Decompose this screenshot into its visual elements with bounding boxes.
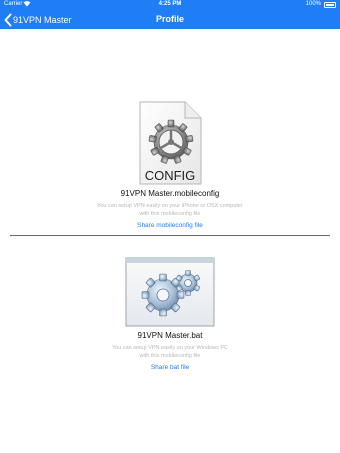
battery-percent: 100%	[305, 1, 321, 7]
section-divider	[10, 235, 330, 236]
bat-description-line1: You can setup VPN easily on your Windows…	[112, 345, 228, 351]
bat-window-icon	[125, 257, 215, 327]
mobileconfig-file-name: 91VPN Master.mobileconfig	[120, 189, 220, 198]
bat-description-line2: with this mobileconfig file	[139, 353, 201, 359]
back-chevron-icon	[3, 13, 13, 27]
share-mobileconfig-link[interactable]: Share mobileconfig file	[0, 222, 340, 229]
mobileconfig-description-line2: with this mobileconfig file	[139, 211, 201, 217]
config-icon-label: CONFIG	[145, 168, 196, 183]
bat-section: 91VPN Master.bat You can setup VPN easil…	[0, 331, 340, 371]
navigation-bar: 91VPN Master Profile	[0, 10, 340, 29]
battery-icon	[324, 2, 336, 8]
mobileconfig-section: 91VPN Master.mobileconfig You can setup …	[0, 189, 340, 229]
config-file-icon: CONFIG	[139, 101, 202, 185]
back-button[interactable]: 91VPN Master	[3, 12, 72, 27]
status-time: 4:25 PM	[158, 1, 182, 7]
status-bar: Carrier 4:25 PM 100%	[0, 0, 340, 10]
mobileconfig-description-line1: You can setup VPN easily on your iPhone …	[97, 203, 243, 209]
share-bat-link[interactable]: Share bat file	[0, 364, 340, 371]
back-button-label: 91VPN Master	[13, 14, 72, 25]
bat-file-name: 91VPN Master.bat	[137, 331, 203, 340]
